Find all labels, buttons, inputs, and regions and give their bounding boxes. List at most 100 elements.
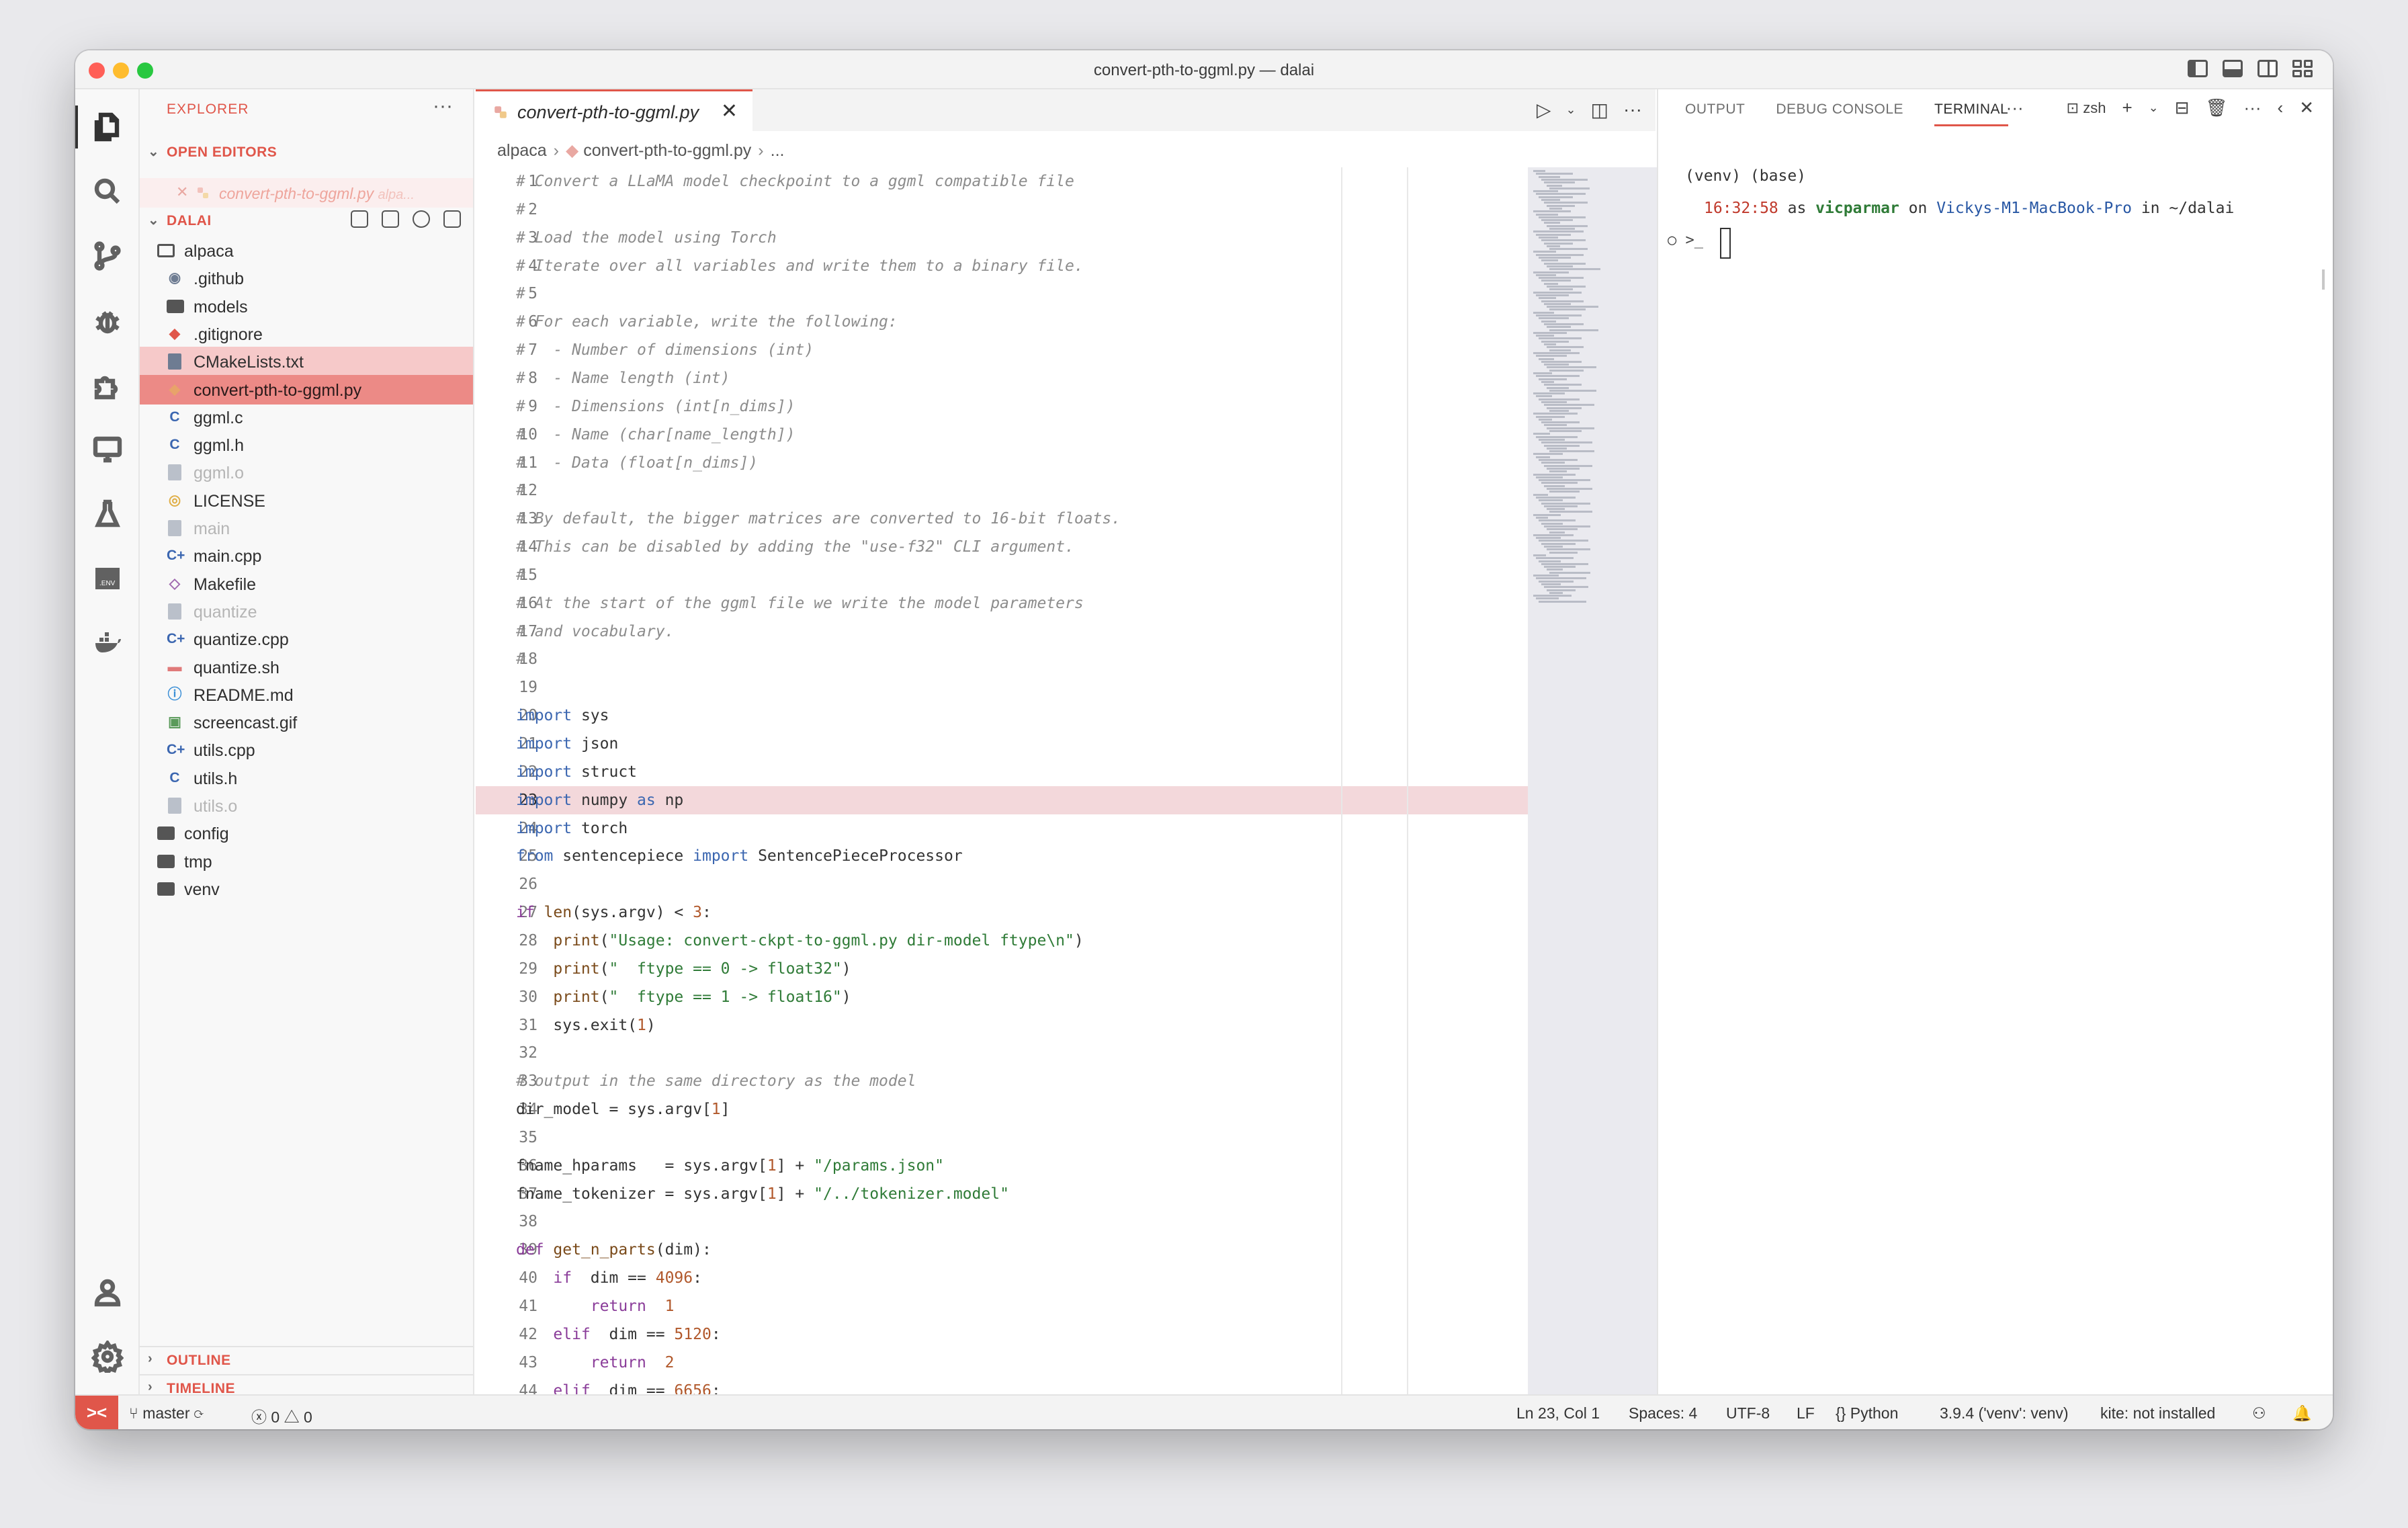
code-line[interactable]: 9 # - Dimensions (int[n_dims]): [476, 392, 1531, 421]
chevron-left-icon[interactable]: ‹: [2278, 97, 2284, 118]
tree-item[interactable]: alpaca: [140, 236, 473, 265]
code-line[interactable]: 40 if dim == 4096:: [476, 1264, 1531, 1292]
code-line[interactable]: 36 fname_hparams = sys.argv[1] + "/params…: [476, 1152, 1531, 1180]
code-line[interactable]: 11 # - Data (float[n_dims]): [476, 449, 1531, 477]
tree-item[interactable]: main: [140, 513, 473, 543]
code-line[interactable]: 43 return 2: [476, 1349, 1531, 1377]
settings-icon[interactable]: [91, 1339, 124, 1377]
tree-item[interactable]: C+ quantize.cpp: [140, 624, 473, 654]
language-mode[interactable]: {} Python: [1836, 1404, 1898, 1423]
chevron-down-icon[interactable]: ⌄: [2149, 101, 2159, 115]
code-line[interactable]: 31 sys.exit(1): [476, 1011, 1531, 1039]
code-line[interactable]: 10 # - Name (char[name_length]): [476, 421, 1531, 449]
tree-item[interactable]: ggml.o: [140, 458, 473, 487]
tree-item[interactable]: utils.o: [140, 791, 473, 820]
open-editors-section[interactable]: ⌄ OPEN EDITORS: [140, 139, 473, 166]
remote-indicator-icon[interactable]: ><: [75, 1396, 118, 1429]
new-file-icon[interactable]: [351, 210, 368, 228]
tree-item[interactable]: Cggml.c: [140, 402, 473, 432]
tree-item[interactable]: ◎ LICENSE: [140, 486, 473, 515]
dalai-folder-section[interactable]: ⌄ DALAI: [140, 208, 473, 235]
refresh-icon[interactable]: [413, 210, 430, 228]
code-line[interactable]: 28 print("Usage: convert-ckpt-to-ggml.py…: [476, 927, 1531, 955]
tree-item[interactable]: ◇ Makefile: [140, 569, 473, 599]
toggle-panel-icon[interactable]: [2223, 60, 2243, 77]
code-line[interactable]: 29 print(" ftype == 0 -> float32"): [476, 955, 1531, 983]
more-actions-icon[interactable]: ···: [2244, 97, 2262, 118]
code-line[interactable]: 27 if len(sys.argv) < 3:: [476, 898, 1531, 927]
code-line[interactable]: 14 # This can be disabled by adding the "…: [476, 533, 1531, 561]
encoding[interactable]: UTF-8: [1726, 1404, 1770, 1423]
split-terminal-icon[interactable]: ⊟: [2175, 97, 2190, 118]
code-line[interactable]: 5 #: [476, 280, 1531, 308]
code-line[interactable]: 21 import json: [476, 730, 1531, 758]
tree-item[interactable]: Cggml.h: [140, 430, 473, 460]
account-icon[interactable]: [91, 1276, 124, 1308]
tree-item[interactable]: quantize: [140, 597, 473, 626]
more-actions-icon[interactable]: ···: [1623, 99, 1642, 121]
outline-section[interactable]: › OUTLINE: [140, 1346, 473, 1374]
code-line[interactable]: 38: [476, 1207, 1531, 1236]
customize-layout-icon[interactable]: [2292, 60, 2313, 77]
branch-indicator[interactable]: ⑂ master ⟳: [129, 1404, 204, 1423]
chevron-down-icon[interactable]: ⌄: [1565, 99, 1576, 121]
code-line[interactable]: 4 # Iterate over all variables and write …: [476, 252, 1531, 280]
testing-icon[interactable]: [91, 498, 124, 530]
code-line[interactable]: 33 # output in the same directory as the …: [476, 1067, 1531, 1095]
tree-item[interactable]: ◉ .github: [140, 263, 473, 293]
open-editor-item[interactable]: ✕ convert-pth-to-ggml.py alpa...: [140, 178, 473, 208]
code-line[interactable]: 20 import sys: [476, 702, 1531, 730]
terminal-cursor[interactable]: [1720, 228, 1731, 259]
cursor-position[interactable]: Ln 23, Col 1: [1516, 1404, 1600, 1423]
tree-item[interactable]: ▣ screencast.gif: [140, 708, 473, 737]
tree-item[interactable]: models: [140, 292, 473, 321]
more-views-icon[interactable]: ···: [2006, 97, 2024, 118]
python-interpreter[interactable]: 3.9.4 ('venv': venv): [1940, 1404, 2069, 1423]
code-line[interactable]: 22 import struct: [476, 758, 1531, 786]
docker-icon[interactable]: [91, 627, 124, 659]
split-editor-icon[interactable]: ◫: [1591, 99, 1608, 121]
tree-item[interactable]: ▬ quantize.sh: [140, 652, 473, 682]
code-line[interactable]: 24 import torch: [476, 814, 1531, 843]
breadcrumb-symbol[interactable]: ...: [771, 141, 785, 160]
editor-tab-active[interactable]: convert-pth-to-ggml.py ✕: [476, 89, 752, 131]
code-line[interactable]: 15 #: [476, 561, 1531, 589]
close-panel-icon[interactable]: ✕: [2299, 97, 2314, 118]
code-line[interactable]: 6 # For each variable, write the followin…: [476, 308, 1531, 336]
code-line[interactable]: 23 import numpy as np: [476, 786, 1531, 814]
tree-item[interactable]: C+ utils.cpp: [140, 735, 473, 765]
code-line[interactable]: 30 print(" ftype == 1 -> float16"): [476, 983, 1531, 1011]
tree-item[interactable]: CMakeLists.txt: [140, 347, 473, 377]
run-icon[interactable]: ▷: [1537, 99, 1551, 121]
live-share-icon[interactable]: ⚇: [2252, 1404, 2266, 1423]
tree-item[interactable]: C+ main.cpp: [140, 541, 473, 570]
toggle-primary-sidebar-icon[interactable]: [2188, 60, 2208, 77]
tree-item[interactable]: ◆ .gitignore: [140, 319, 473, 349]
sync-icon[interactable]: ⟳: [194, 1404, 204, 1422]
close-tab-icon[interactable]: ✕: [721, 99, 738, 123]
code-line[interactable]: 18 #: [476, 645, 1531, 673]
indentation[interactable]: Spaces: 4: [1629, 1404, 1697, 1423]
kill-terminal-icon[interactable]: 🗑: [2206, 97, 2228, 118]
tree-item[interactable]: tmp: [140, 847, 473, 876]
terminal-scrollbar[interactable]: [2322, 269, 2325, 290]
close-editor-icon[interactable]: ✕: [176, 183, 188, 201]
tree-item[interactable]: Cutils.h: [140, 763, 473, 793]
code-line[interactable]: 17 # and vocabulary.: [476, 618, 1531, 646]
code-line[interactable]: 39 def get_n_parts(dim):: [476, 1236, 1531, 1264]
code-line[interactable]: 12 #: [476, 476, 1531, 505]
toggle-secondary-sidebar-icon[interactable]: [2258, 60, 2278, 77]
code-line[interactable]: 37 fname_tokenizer = sys.argv[1] + "/../t…: [476, 1180, 1531, 1208]
minimap[interactable]: [1528, 167, 1665, 1394]
code-line[interactable]: 16 # At the start of the ggml file we wri…: [476, 589, 1531, 618]
timeline-section[interactable]: › TIMELINE: [140, 1374, 473, 1396]
end-of-line[interactable]: LF: [1797, 1404, 1815, 1423]
tree-item[interactable]: ⓘ README.md: [140, 680, 473, 710]
search-icon[interactable]: [91, 175, 124, 208]
panel-tab-terminal[interactable]: TERMINAL: [1934, 101, 2009, 126]
code-line[interactable]: 44 elif dim == 6656:: [476, 1377, 1531, 1394]
env-icon[interactable]: .ENV: [91, 562, 124, 595]
code-line[interactable]: 1 # Convert a LLaMA model checkpoint to a…: [476, 167, 1531, 196]
code-line[interactable]: 25 from sentencepiece import SentencePiec…: [476, 842, 1531, 870]
terminal-shell-selector[interactable]: ⊡ zsh: [2067, 99, 2106, 117]
